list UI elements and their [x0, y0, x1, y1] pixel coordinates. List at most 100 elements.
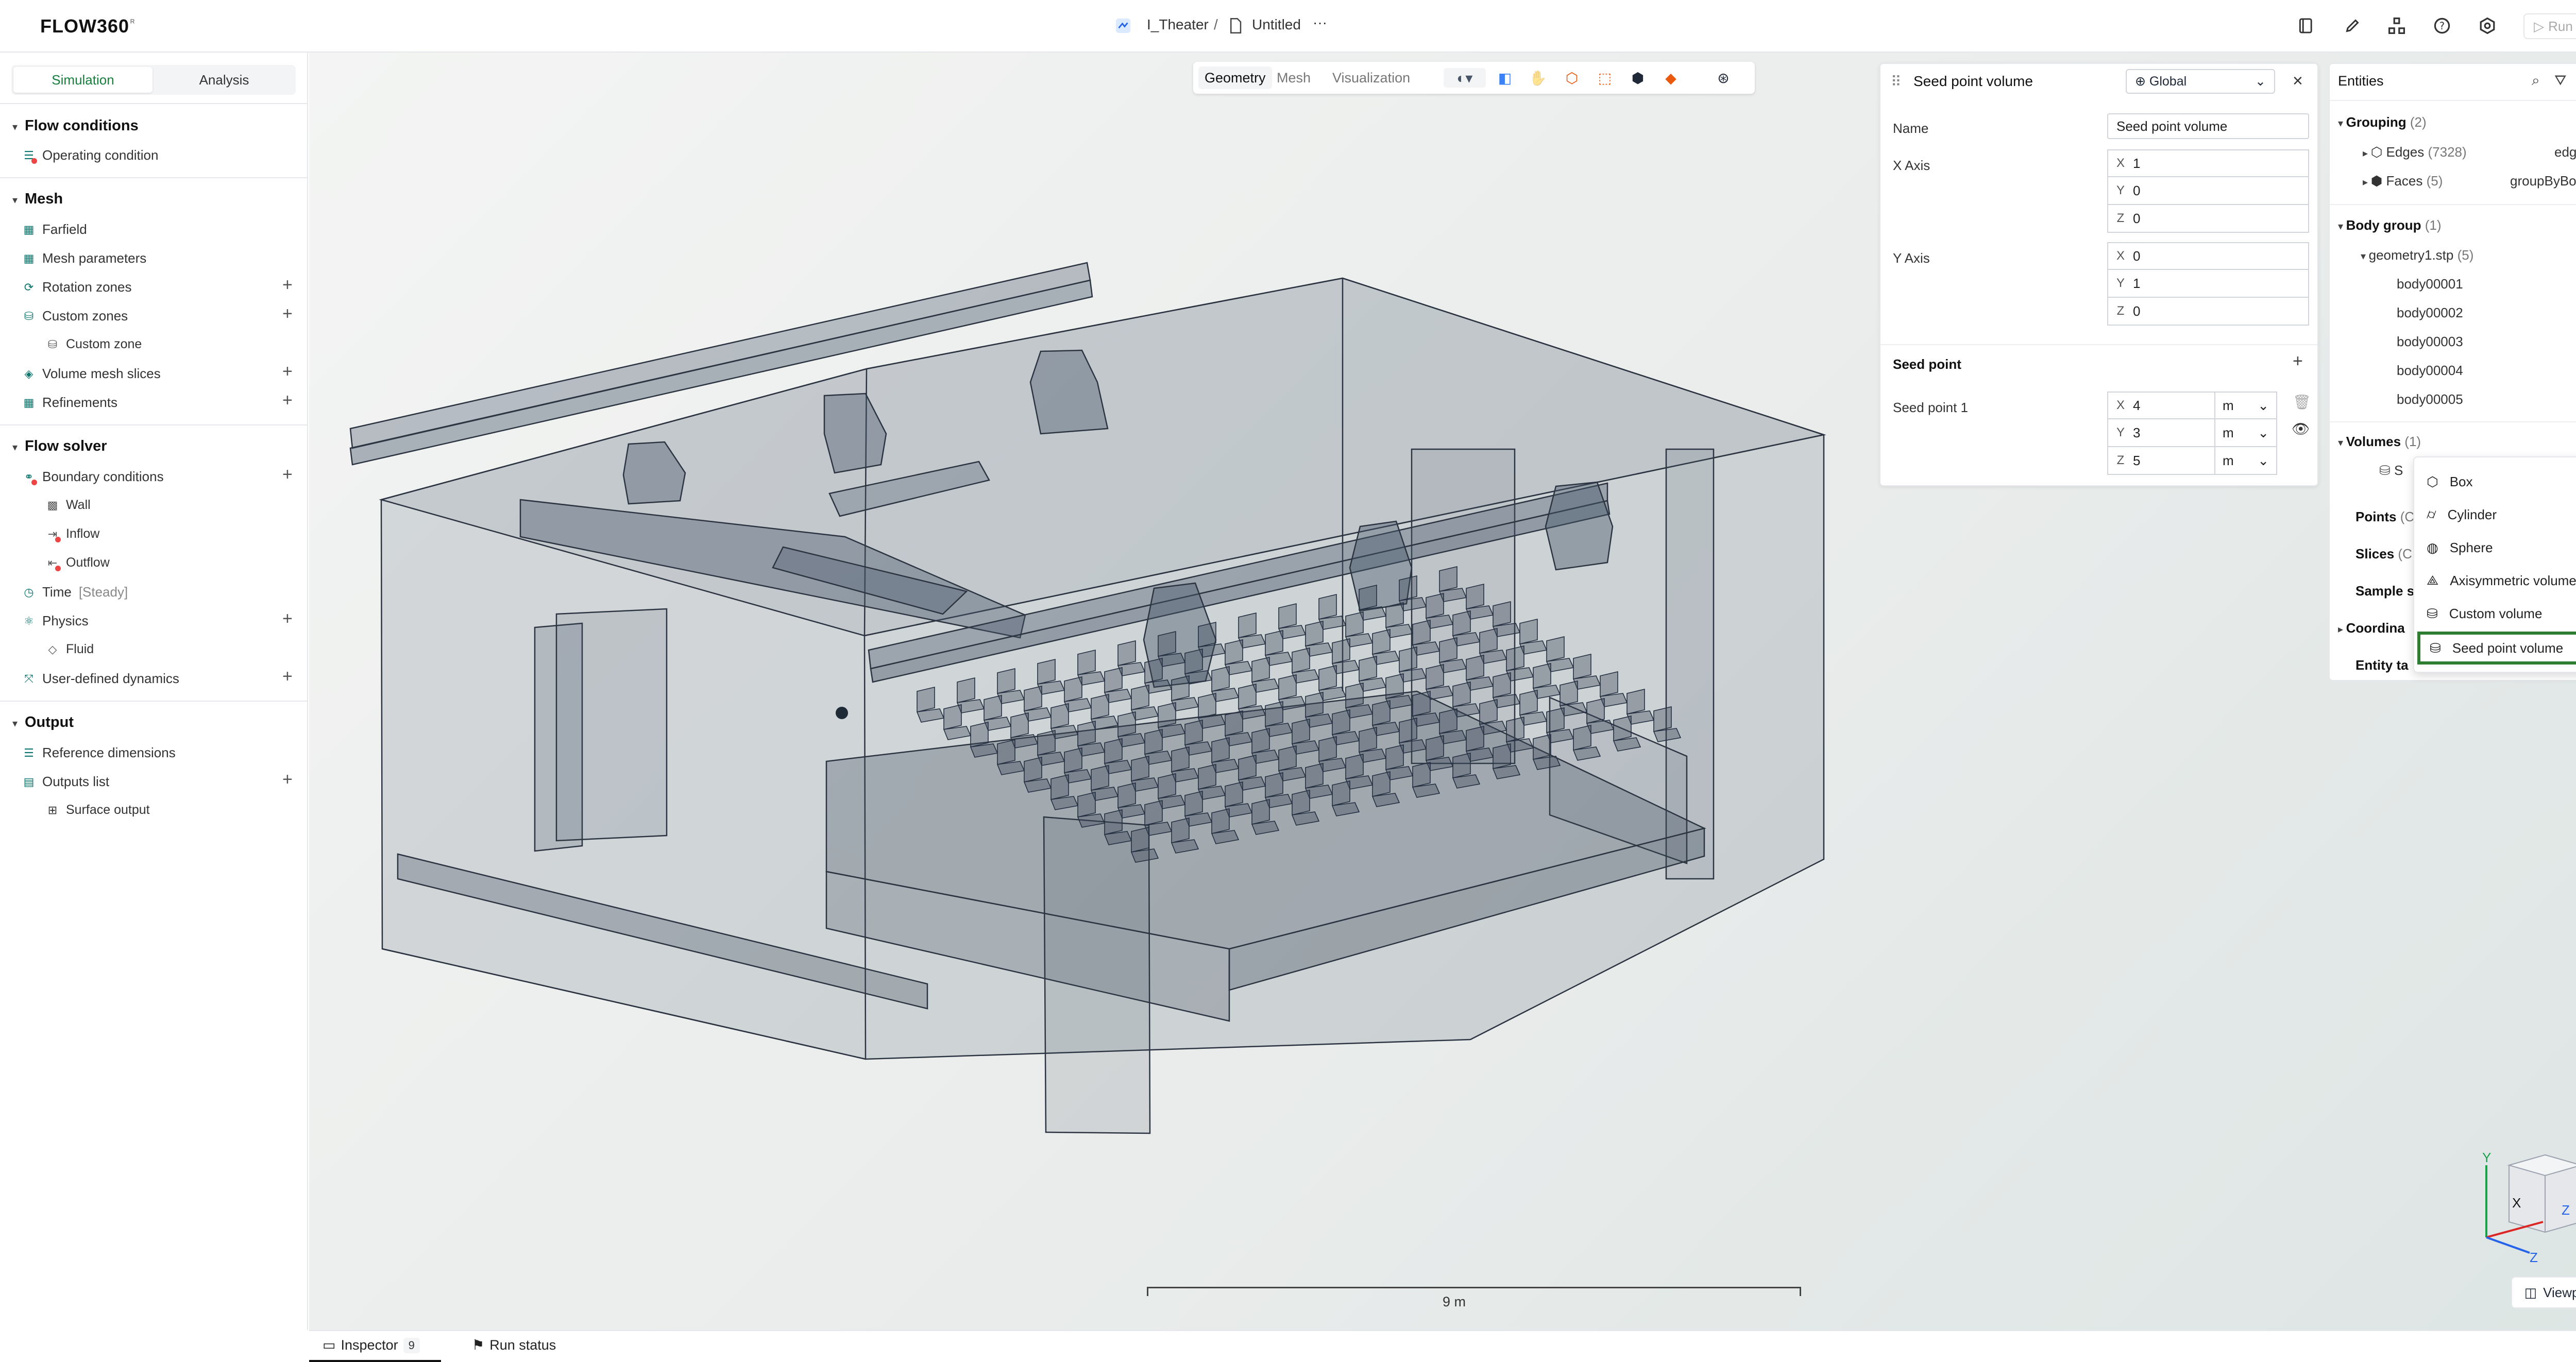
- tree-item-boundary-conditions[interactable]: ⚭ Boundary conditions: [23, 469, 164, 485]
- tab-geometry[interactable]: Geometry: [1198, 66, 1272, 89]
- cube-wireframe-icon[interactable]: ⬚: [1595, 68, 1615, 88]
- tree-item-custom-zones[interactable]: ⛁ Custom zones: [23, 308, 128, 324]
- geometry-file-item[interactable]: ▾ geometry1.stp (5): [2361, 247, 2473, 263]
- orientation-cube[interactable]: Y X Z Z: [2482, 1150, 2576, 1265]
- add-physics-icon[interactable]: +: [282, 609, 293, 629]
- name-input[interactable]: Seed point volume: [2107, 113, 2309, 139]
- menu-item-box[interactable]: ⬡ Box: [2417, 467, 2576, 497]
- add-output-icon[interactable]: +: [282, 770, 293, 790]
- add-boundary-condition-icon[interactable]: +: [282, 465, 293, 485]
- section-flow-conditions[interactable]: ▾ Flow conditions: [12, 117, 139, 134]
- menu-item-sphere[interactable]: ◍ Sphere: [2417, 533, 2576, 563]
- seed-point-1-x-input[interactable]: X 4 m ⌄: [2107, 391, 2277, 419]
- grouping-header[interactable]: ▾ Grouping (2): [2338, 114, 2427, 130]
- grouping-faces[interactable]: ▸ ⬢ Faces (5): [2363, 173, 2443, 189]
- tree-item-reference-dimensions[interactable]: ☰ Reference dimensions: [23, 745, 176, 761]
- y-axis-z-input[interactable]: Z0: [2107, 298, 2309, 326]
- add-refinement-icon[interactable]: +: [282, 390, 293, 411]
- slices-header[interactable]: Slices (C: [2355, 546, 2412, 562]
- add-custom-zone-icon[interactable]: +: [282, 304, 293, 324]
- x-axis-y-input[interactable]: Y0: [2107, 177, 2309, 205]
- entity-tags-header[interactable]: Entity ta: [2355, 657, 2409, 673]
- body-item[interactable]: body00003: [2397, 334, 2463, 350]
- tab-simulation[interactable]: Simulation: [13, 67, 152, 93]
- add-seed-point-icon[interactable]: +: [2293, 351, 2303, 371]
- tree-item-fluid[interactable]: ◇ Fluid: [46, 642, 94, 657]
- add-user-defined-dynamics-icon[interactable]: +: [282, 667, 293, 687]
- filter-icon[interactable]: ⛛: [2554, 72, 2567, 89]
- seed-point-1-y-input[interactable]: Y 3 m ⌄: [2107, 419, 2277, 447]
- tree-item-user-defined-dynamics[interactable]: ⤧ User-defined dynamics: [23, 671, 179, 687]
- drag-handle-icon[interactable]: ⠿: [1891, 73, 1902, 90]
- settings-icon[interactable]: [2476, 14, 2499, 37]
- body-group-header[interactable]: ▾ Body group (1): [2338, 217, 2442, 233]
- tree-item-outflow[interactable]: ⇤ Outflow: [46, 555, 110, 571]
- tab-visualization[interactable]: Visualization: [1326, 66, 1416, 89]
- boolean-icon[interactable]: ⊛: [1714, 68, 1733, 88]
- clip-plane-icon[interactable]: ◧: [1495, 68, 1515, 88]
- sample-header[interactable]: Sample s: [2355, 583, 2414, 599]
- volumes-header[interactable]: ▾ Volumes (1): [2338, 434, 2421, 450]
- tree-item-custom-zone[interactable]: ⛁ Custom zone: [46, 337, 142, 352]
- shading-mode-icon[interactable]: ◐▾: [1444, 68, 1486, 88]
- notebook-icon[interactable]: [2295, 14, 2317, 37]
- tree-item-farfield[interactable]: ▦ Farfield: [23, 222, 87, 237]
- add-volume-mesh-slice-icon[interactable]: +: [282, 362, 293, 382]
- tab-run-status[interactable]: ⚑ Run status: [472, 1337, 556, 1353]
- section-mesh[interactable]: ▾ Mesh: [12, 191, 63, 208]
- tree-item-physics[interactable]: ⚛ Physics: [23, 613, 88, 629]
- menu-item-axisymmetric-volume[interactable]: ⟁ Axisymmetric volume: [2417, 566, 2576, 595]
- tree-item-outputs-list[interactable]: ▤ Outputs list: [23, 774, 109, 790]
- help-icon[interactable]: ?: [2431, 14, 2453, 37]
- points-header[interactable]: Points (C: [2355, 509, 2414, 525]
- y-axis-y-input[interactable]: Y1: [2107, 270, 2309, 298]
- section-output[interactable]: ▾ Output: [12, 714, 74, 731]
- volume-item[interactable]: ⛁ S: [2379, 463, 2403, 479]
- tree-item-wall[interactable]: ▩ Wall: [46, 498, 91, 513]
- tree-item-rotation-zones[interactable]: ⟳ Rotation zones: [23, 279, 132, 295]
- tree-item-time[interactable]: ◷ Time [Steady]: [23, 584, 128, 600]
- hand-icon[interactable]: ✋: [1528, 68, 1548, 88]
- tab-analysis[interactable]: Analysis: [155, 67, 294, 93]
- tree-item-volume-mesh-slices[interactable]: ◈ Volume mesh slices: [23, 366, 161, 382]
- grouping-edges[interactable]: ▸ ⬡ Edges (7328): [2363, 144, 2467, 160]
- viewpoint-button[interactable]: ◫Viewpoint: [2511, 1276, 2576, 1308]
- close-icon[interactable]: ×: [2293, 71, 2303, 91]
- body-item[interactable]: body00004: [2397, 363, 2463, 379]
- search-icon[interactable]: ⌕: [2532, 72, 2540, 89]
- tree-item-mesh-parameters[interactable]: ▦ Mesh parameters: [23, 250, 147, 266]
- add-rotation-zone-icon[interactable]: +: [282, 275, 293, 295]
- cube-outline-icon[interactable]: ⬡: [1562, 68, 1582, 88]
- tree-item-inflow[interactable]: ⇥ Inflow: [46, 526, 99, 542]
- x-axis-x-input[interactable]: X1: [2107, 149, 2309, 177]
- breadcrumb-file[interactable]: Untitled: [1252, 16, 1301, 33]
- menu-item-seed-point-volume[interactable]: ⛁ Seed point volume: [2417, 632, 2576, 665]
- frame-select[interactable]: ⊕ Global ⌄: [2126, 69, 2275, 94]
- edges-grouping-select[interactable]: edgeId ⇕: [2554, 144, 2576, 160]
- workflow-icon[interactable]: [2385, 14, 2408, 37]
- breadcrumb-project[interactable]: I_Theater: [1147, 16, 1209, 33]
- tree-item-operating-condition[interactable]: ☰ Operating condition: [23, 147, 158, 164]
- tab-inspector[interactable]: ▭ Inspector 9: [323, 1337, 420, 1353]
- run-button[interactable]: ▷ Run: [2523, 13, 2576, 39]
- body-item[interactable]: body00005: [2397, 391, 2463, 407]
- edit-icon[interactable]: [2341, 14, 2364, 37]
- menu-item-cylinder[interactable]: ⌭ Cylinder: [2417, 500, 2576, 530]
- tab-mesh[interactable]: Mesh: [1270, 66, 1317, 89]
- coordinate-header[interactable]: ▸ Coordina: [2338, 620, 2405, 636]
- x-axis-z-input[interactable]: Z0: [2107, 205, 2309, 233]
- section-flow-solver[interactable]: ▾ Flow solver: [12, 438, 107, 455]
- faces-grouping-select[interactable]: groupByBodyId ⇕: [2510, 173, 2576, 189]
- y-axis-x-input[interactable]: X0: [2107, 242, 2309, 270]
- body-item[interactable]: body00001: [2397, 276, 2463, 292]
- cube-solid-icon[interactable]: ⬢: [1628, 68, 1648, 88]
- seed-point-1-z-input[interactable]: Z 5 m ⌄: [2107, 447, 2277, 475]
- tree-item-surface-output[interactable]: ⊞ Surface output: [46, 803, 150, 818]
- menu-item-custom-volume[interactable]: ⛁ Custom volume: [2417, 599, 2576, 628]
- eye-icon[interactable]: 👁: [2292, 420, 2310, 437]
- more-options-icon[interactable]: ···: [1313, 14, 1327, 31]
- tree-item-refinements[interactable]: ▦ Refinements: [23, 395, 117, 411]
- trash-icon[interactable]: 🗑: [2293, 394, 2311, 411]
- app-logo[interactable]: FLOW360 ᴿ: [40, 15, 135, 37]
- body-item[interactable]: body00002: [2397, 305, 2463, 321]
